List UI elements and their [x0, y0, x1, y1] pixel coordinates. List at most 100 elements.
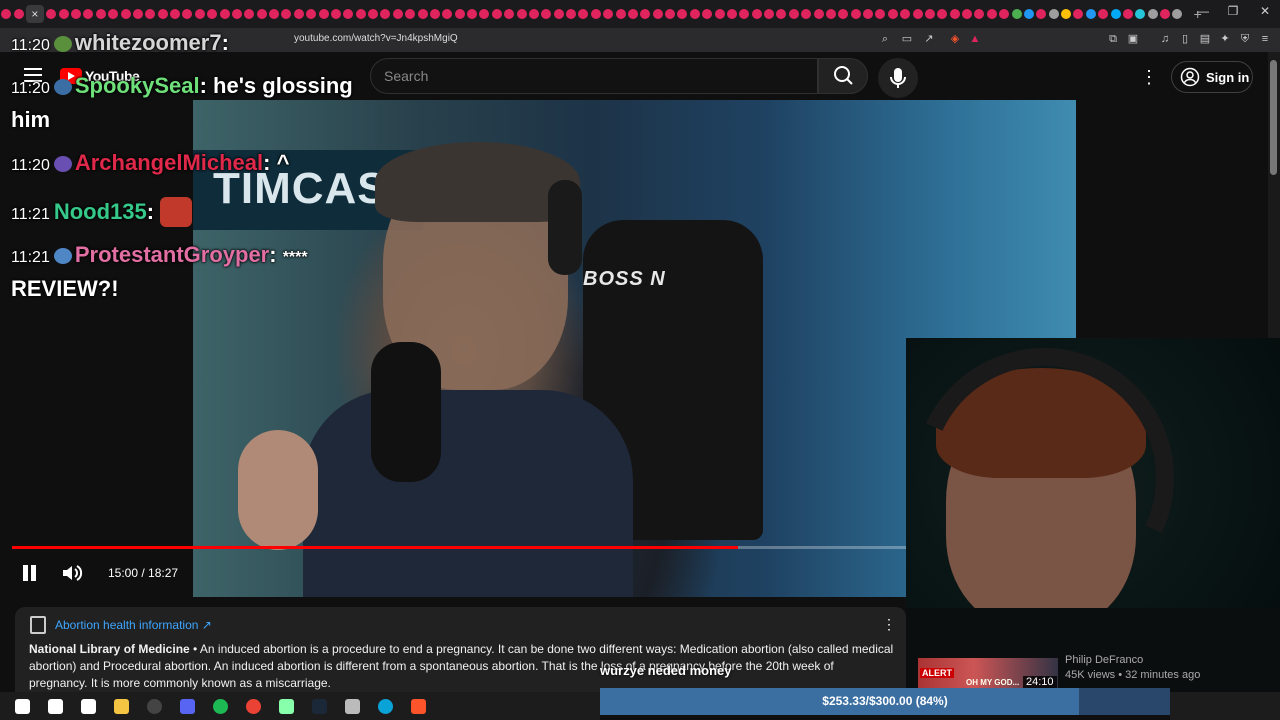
browser-tab[interactable]	[231, 9, 242, 19]
browser-tab[interactable]	[318, 9, 329, 19]
browser-tab[interactable]	[207, 9, 218, 19]
browser-tab[interactable]	[528, 9, 539, 19]
browser-tab[interactable]	[788, 9, 799, 19]
browser-tab[interactable]	[1011, 9, 1022, 19]
info-panel-more-icon[interactable]: ⋮	[882, 616, 896, 633]
browser-tab[interactable]	[813, 9, 824, 19]
browser-tab[interactable]	[108, 9, 119, 19]
browser-tab[interactable]	[739, 9, 750, 19]
spotify-icon[interactable]	[204, 692, 237, 720]
share-icon[interactable]: ↗	[922, 32, 936, 46]
browser-tab[interactable]	[949, 9, 960, 19]
browser-tab[interactable]	[479, 9, 490, 19]
browser-tab[interactable]	[355, 9, 366, 19]
browser-tab[interactable]	[516, 9, 527, 19]
pause-button[interactable]	[18, 562, 40, 584]
browser-tab[interactable]	[1, 9, 12, 19]
browser-tab[interactable]	[95, 9, 106, 19]
browser-tab[interactable]	[751, 9, 762, 19]
browser-tab[interactable]	[269, 9, 280, 19]
browser-tab[interactable]	[665, 9, 676, 19]
browser-tab[interactable]	[1147, 9, 1158, 19]
sign-in-button[interactable]: Sign in	[1171, 61, 1253, 93]
browser-tab[interactable]	[244, 9, 255, 19]
browser-tab[interactable]	[999, 9, 1010, 19]
browser-tab[interactable]	[182, 9, 193, 19]
browser-tab[interactable]	[702, 9, 713, 19]
browser-tab[interactable]	[467, 9, 478, 19]
edge-icon[interactable]	[369, 692, 402, 720]
browser-tab[interactable]	[1073, 9, 1084, 19]
info-panel-title-link[interactable]: Abortion health information ↗	[55, 618, 212, 632]
discord-icon[interactable]	[171, 692, 204, 720]
browser-tab[interactable]	[801, 9, 812, 19]
app-icon[interactable]	[270, 692, 303, 720]
close-window-button[interactable]: ✕	[1250, 4, 1280, 18]
leo-icon[interactable]: ✦	[1218, 32, 1232, 46]
file-explorer-icon[interactable]	[105, 692, 138, 720]
browser-tab[interactable]	[603, 9, 614, 19]
browser-tab[interactable]	[924, 9, 935, 19]
media-icon[interactable]: ♫	[1158, 32, 1172, 46]
browser-tab[interactable]	[170, 9, 181, 19]
cast-icon[interactable]: ▭	[900, 32, 914, 46]
browser-tab[interactable]	[1061, 9, 1072, 19]
browser-tab[interactable]	[1085, 9, 1096, 19]
browser-tab[interactable]	[887, 9, 898, 19]
extensions-icon[interactable]: ⧉	[1106, 32, 1120, 46]
browser-tab[interactable]	[71, 9, 82, 19]
browser-tab[interactable]	[652, 9, 663, 19]
browser-tab[interactable]	[157, 9, 168, 19]
obs-icon[interactable]	[138, 692, 171, 720]
browser-tab[interactable]	[145, 9, 156, 19]
browser-tab[interactable]	[368, 9, 379, 19]
browser-tab[interactable]	[293, 9, 304, 19]
browser-tab[interactable]	[640, 9, 651, 19]
search-input[interactable]: Search	[370, 58, 818, 94]
browser-tab[interactable]	[974, 9, 985, 19]
browser-tab[interactable]	[1110, 9, 1121, 19]
browser-tab[interactable]	[962, 9, 973, 19]
vpn-icon[interactable]: ⛨	[1238, 32, 1252, 46]
sidebar-icon[interactable]: ▯	[1178, 32, 1192, 46]
browser-tab[interactable]	[442, 9, 453, 19]
wallet-icon[interactable]: ▣	[1126, 32, 1140, 46]
browser-tab[interactable]	[429, 9, 440, 19]
browser-tab[interactable]	[714, 9, 725, 19]
search-button[interactable]	[818, 58, 868, 94]
browser-tab[interactable]	[194, 9, 205, 19]
browser-tab[interactable]	[46, 9, 57, 19]
browser-tab[interactable]	[281, 9, 292, 19]
browser-tab[interactable]	[120, 9, 131, 19]
browser-tab[interactable]	[875, 9, 886, 19]
browser-tab[interactable]	[553, 9, 564, 19]
maximize-button[interactable]: ❐	[1218, 4, 1248, 18]
browser-tab[interactable]	[937, 9, 948, 19]
browser-tab[interactable]	[504, 9, 515, 19]
browser-tab[interactable]	[912, 9, 923, 19]
browser-tab[interactable]	[1023, 9, 1034, 19]
browser-tab[interactable]	[1135, 9, 1146, 19]
browser-tab[interactable]	[1048, 9, 1059, 19]
settings-more-icon[interactable]: ⋮	[1140, 66, 1158, 88]
recommended-channel-name[interactable]: Philip DeFranco	[1065, 654, 1143, 666]
browser-tab[interactable]	[454, 9, 465, 19]
active-tab-close-icon[interactable]: ×	[25, 5, 44, 23]
browser-tab[interactable]	[986, 9, 997, 19]
browser-tab[interactable]	[615, 9, 626, 19]
browser-tab[interactable]	[392, 9, 403, 19]
browser-tab[interactable]	[627, 9, 638, 19]
browser-menu-icon[interactable]: ≡	[1258, 32, 1272, 46]
task-view-icon[interactable]	[72, 692, 105, 720]
browser-tab[interactable]	[1160, 9, 1171, 19]
address-bar-url[interactable]: youtube.com/watch?v=Jn4kpshMgiQ	[294, 33, 458, 44]
windows-start-icon[interactable]	[6, 692, 39, 720]
browser-tab[interactable]	[838, 9, 849, 19]
browser-tab[interactable]	[380, 9, 391, 19]
brave-shields-icon[interactable]: ◈	[948, 32, 962, 46]
browser-tab[interactable]	[58, 9, 69, 19]
browser-tab[interactable]	[776, 9, 787, 19]
browser-tab[interactable]	[726, 9, 737, 19]
browser-tab[interactable]	[405, 9, 416, 19]
minimize-button[interactable]: —	[1188, 4, 1218, 18]
